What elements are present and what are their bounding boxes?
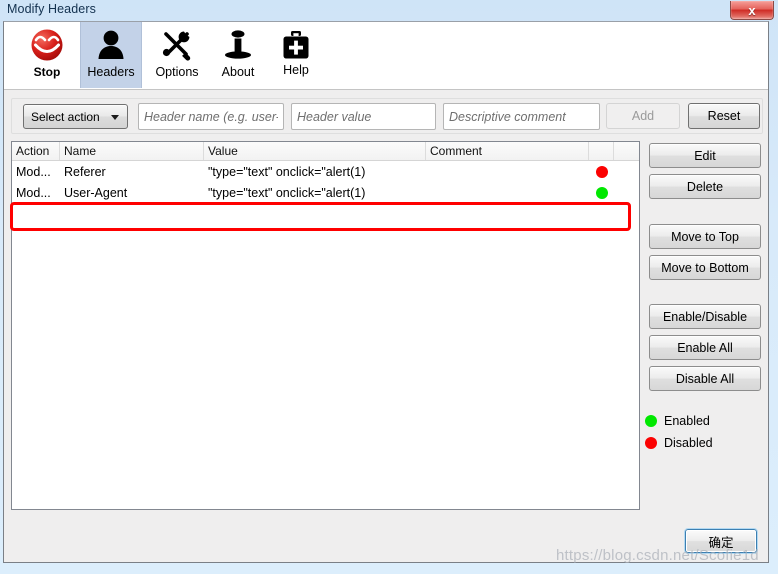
edit-button[interactable]: Edit [649,143,761,168]
toolbar-item-options[interactable]: Options [146,22,208,88]
edit-button-label: Edit [694,148,716,163]
enable-all-button-label: Enable All [677,340,733,355]
legend-label-enabled: Enabled [664,414,710,428]
ok-button-label: 确定 [708,535,734,550]
toolbar-item-help[interactable]: Help [269,22,323,88]
status-dot-enabled [595,186,608,199]
client-area: Stop Headers Options About Help Select a… [3,21,769,563]
cell-value: "type="text" onclick="alert(1) [208,164,366,179]
cell-status [589,186,614,199]
chevron-down-icon [111,115,119,120]
info-icon [215,25,261,65]
move-to-bottom-button[interactable]: Move to Bottom [649,255,761,280]
ok-button[interactable]: 确定 [684,528,758,554]
select-action-dropdown[interactable]: Select action [23,104,128,129]
column-header-comment[interactable]: Comment [426,142,589,160]
disable-all-button[interactable]: Disable All [649,366,761,391]
stop-smiley-icon [24,25,70,65]
cell-name: User-Agent [64,185,128,200]
toolbar-item-stop[interactable]: Stop [18,22,76,88]
toolbar-item-about[interactable]: About [210,22,266,88]
toolbar-item-headers[interactable]: Headers [80,22,142,88]
header-name-input[interactable] [138,103,284,130]
toolbar-label-headers: Headers [87,65,135,79]
legend-dot-enabled-icon [645,415,657,427]
reset-button-label: Reset [707,109,741,123]
toolbar: Stop Headers Options About Help [4,22,768,90]
cell-status [589,165,614,178]
legend-disabled: Disabled [645,436,713,450]
toolbar-label-about: About [221,65,255,79]
column-header-extra[interactable] [614,142,638,160]
column-header-action[interactable]: Action [12,142,60,160]
cell-value: "type="text" onclick="alert(1) [208,185,366,200]
title-bar: Modify Headers x [0,0,778,21]
input-toolbar: Select action Add Reset [11,98,763,134]
table-row[interactable]: Mod... Referer "type="text" onclick="ale… [12,161,639,182]
delete-button-label: Delete [686,179,724,194]
enable-disable-button-label: Enable/Disable [662,309,748,324]
cell-action: Mod... [16,185,51,200]
toolbar-label-stop: Stop [33,65,61,79]
legend-enabled: Enabled [645,414,710,428]
disable-all-button-label: Disable All [675,371,735,386]
toolbar-label-options: Options [155,65,199,79]
add-button[interactable]: Add [606,103,680,129]
add-button-label: Add [631,109,655,123]
delete-button[interactable]: Delete [649,174,761,199]
modify-headers-window: Modify Headers x Stop Headers Options Ab… [0,0,778,574]
reset-button[interactable]: Reset [688,103,760,129]
header-value-input[interactable] [291,103,436,130]
table-row[interactable]: Mod... User-Agent "type="text" onclick="… [12,182,639,203]
cell-action: Mod... [16,164,51,179]
move-to-bottom-button-label: Move to Bottom [661,260,749,275]
column-header-name[interactable]: Name [60,142,204,160]
status-dot-disabled [595,165,608,178]
headers-table: Action Name Value Comment Mod... Referer… [11,141,640,510]
comment-input[interactable] [443,103,600,130]
cell-name: Referer [64,164,106,179]
move-to-top-button-label: Move to Top [671,229,739,244]
enable-disable-button[interactable]: Enable/Disable [649,304,761,329]
legend-dot-disabled-icon [645,437,657,449]
move-to-top-button[interactable]: Move to Top [649,224,761,249]
enable-all-button[interactable]: Enable All [649,335,761,360]
tools-icon [154,25,200,65]
column-header-status[interactable] [589,142,614,160]
toolbar-label-help: Help [283,63,309,77]
table-header-row: Action Name Value Comment [12,142,639,161]
close-button[interactable]: x [730,1,774,20]
select-action-label: Select action [31,109,100,124]
window-title: Modify Headers [7,2,96,16]
person-icon [88,25,134,65]
medical-case-icon [273,27,319,63]
close-icon: x [748,2,756,18]
legend-label-disabled: Disabled [664,436,713,450]
column-header-value[interactable]: Value [204,142,426,160]
